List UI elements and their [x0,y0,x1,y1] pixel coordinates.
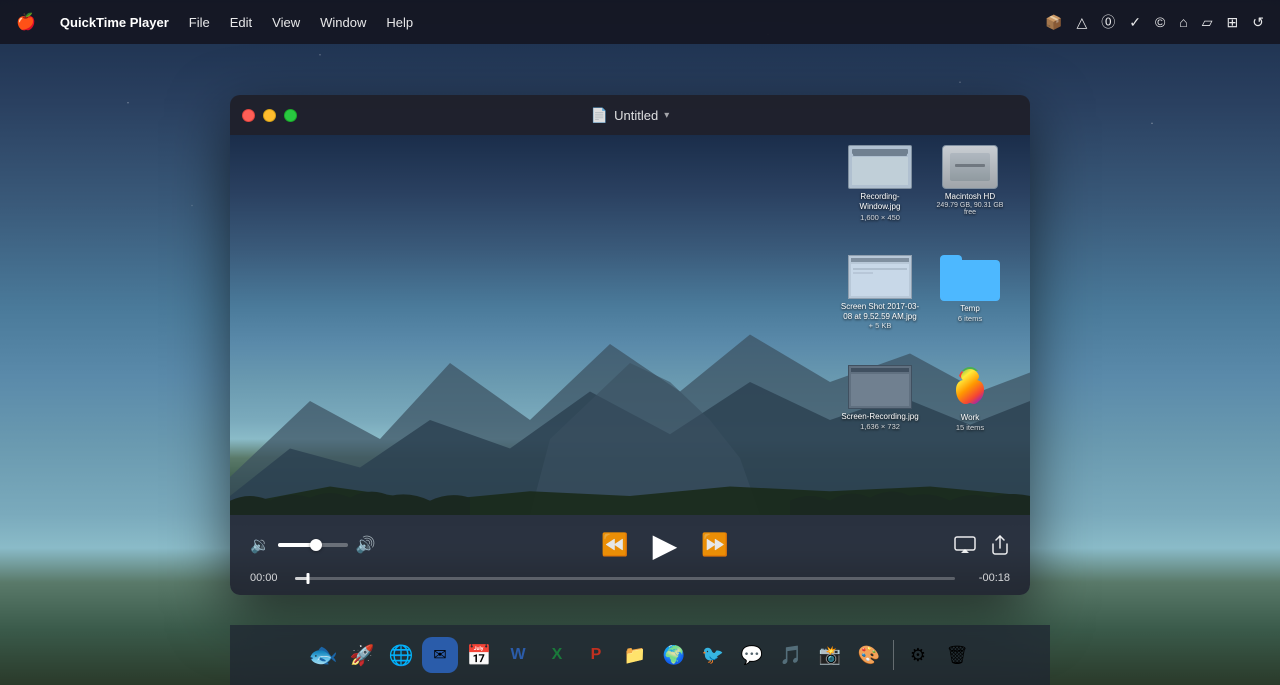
desktop-icon-macintosh-hd[interactable]: Macintosh HD 249.79 GB, 90.31 GB free [930,145,1010,216]
dock-word[interactable]: W [500,637,536,673]
app-name-menu[interactable]: QuickTime Player [60,15,169,30]
menubar: 🍎 QuickTime Player File Edit View Window… [0,0,1280,44]
dock-safari[interactable]: 🌐 [383,637,419,673]
screenshot-label: Screen Shot 2017-03-08 at 9.52.59 AM.jpg [840,302,920,321]
window-title: Untitled [614,108,658,123]
dropbox-icon[interactable]: 📦 [1045,14,1062,31]
airplay-icon [954,536,976,554]
quicktime-window: 📄 Untitled ▾ [230,95,1030,595]
document-icon: 📄 [591,107,608,124]
temp-folder-label: Temp [930,304,1010,314]
recording-window-sublabel: 1,600 × 450 [840,213,920,222]
macintosh-hd-label: Macintosh HD [930,192,1010,202]
dock-excel[interactable]: X [539,637,575,673]
dock-finder2[interactable]: 📁 [617,637,653,673]
temp-folder-thumbnail [940,255,1000,301]
dock-spotify[interactable]: 🎵 [773,637,809,673]
menu-view[interactable]: View [272,15,300,30]
dock-twitter[interactable]: 🐦 [695,637,731,673]
volume-knob[interactable] [310,539,322,551]
dock-photos[interactable]: 📸 [812,637,848,673]
dock-divider [893,640,894,670]
work-folder-thumbnail [940,365,1000,411]
rewind-button[interactable]: ⏪ [601,532,628,558]
menu-window[interactable]: Window [320,15,366,30]
title-center: 📄 Untitled ▾ [591,107,670,124]
share-button[interactable] [990,534,1010,556]
dock-browser[interactable]: 🌍 [656,637,692,673]
maximize-button[interactable] [284,109,297,122]
dock-powerpoint[interactable]: P [578,637,614,673]
recording-window-thumbnail [848,145,912,189]
progress-thumb [307,573,310,584]
dock-system-prefs[interactable]: ⚙ [900,637,936,673]
dock-launchpad[interactable]: 🚀 [344,637,380,673]
screen-recording-thumbnail [848,365,912,409]
dock-trash[interactable]: 🗑 [939,637,975,673]
controls-top-row: 🔉 🔊 ⏪ ▶ ⏩ [250,526,1010,564]
desktop-icon-screen-recording[interactable]: Screen-Recording.jpg 1,636 × 732 [840,365,920,431]
screenshot-sublabel: + 5 KB [840,321,920,330]
home-icon[interactable]: ⌂ [1179,14,1187,30]
dock: 🐟 🚀 🌐 ✉ 📅 W X P 📁 🌍 🐦 💬 🎵 📸 🎨 ⚙ 🗑 [230,625,1050,685]
menubar-left: 🍎 QuickTime Player File Edit View Window… [16,12,413,32]
dock-sketch[interactable]: 🎨 [851,637,887,673]
desktop-icon-screenshot[interactable]: Screen Shot 2017-03-08 at 9.52.59 AM.jpg… [840,255,920,330]
time-remaining: -00:18 [965,572,1010,584]
screen-recording-sublabel: 1,636 × 732 [840,422,920,431]
menu-file[interactable]: File [189,15,210,30]
airplay-button[interactable] [954,536,976,554]
screenshot-thumbnail [848,255,912,299]
dock-calendar[interactable]: 📅 [461,637,497,673]
progress-track[interactable] [295,577,955,580]
work-folder-sublabel: 15 items [930,423,1010,432]
fast-forward-button[interactable]: ⏩ [701,532,728,558]
macintosh-hd-sublabel: 249.79 GB, 90.31 GB free [930,202,1010,216]
controls-bar: 🔉 🔊 ⏪ ▶ ⏩ [230,515,1030,595]
progress-bar-row: 00:00 -00:18 [250,572,1010,584]
dock-mail[interactable]: ✉ [422,637,458,673]
volume-slider[interactable] [278,543,348,547]
checkmark-icon[interactable]: ✓ [1129,14,1141,31]
menu-help[interactable]: Help [386,15,413,30]
screen-recording-label: Screen-Recording.jpg [840,412,920,422]
close-button[interactable] [242,109,255,122]
video-area[interactable]: Recording-Window.jpg 1,600 × 450 Macinto… [230,135,1030,515]
menu-edit[interactable]: Edit [230,15,252,30]
time-current: 00:00 [250,572,285,584]
desktop-icon-recording-window[interactable]: Recording-Window.jpg 1,600 × 450 [840,145,920,222]
time-machine-icon[interactable]: ↺ [1252,14,1264,31]
1password-icon[interactable]: ⓪ [1101,12,1115,32]
apple-menu-icon[interactable]: 🍎 [16,12,36,32]
minimize-button[interactable] [263,109,276,122]
grid-icon[interactable]: ⊞ [1227,14,1239,31]
work-folder-label: Work [930,413,1010,423]
volume-low-icon[interactable]: 🔉 [250,535,270,555]
recording-window-label: Recording-Window.jpg [840,192,920,213]
menubar-right: 📦 △ ⓪ ✓ © ⌂ ▱ ⊞ ↺ [1045,12,1264,32]
volume-high-icon: 🔊 [356,535,376,555]
title-chevron-icon[interactable]: ▾ [664,110,669,121]
dock-messages[interactable]: 💬 [734,637,770,673]
dock-finder[interactable]: 🐟 [305,637,341,673]
desktop-icons-area: Recording-Window.jpg 1,600 × 450 Macinto… [830,135,1030,515]
desktop-icon-work[interactable]: Work 15 items [930,365,1010,432]
share-icon [990,534,1010,556]
google-drive-icon[interactable]: △ [1076,14,1087,31]
macintosh-hd-thumbnail [942,145,998,189]
playback-controls: ⏪ ▶ ⏩ [601,526,728,564]
right-controls [954,534,1010,556]
titlebar: 📄 Untitled ▾ [230,95,1030,135]
airplay-menu-icon[interactable]: ▱ [1202,14,1213,31]
desktop-icon-temp[interactable]: Temp 6 items [930,255,1010,323]
temp-folder-sublabel: 6 items [930,314,1010,323]
clipboard-icon[interactable]: © [1155,14,1165,30]
volume-controls: 🔉 🔊 [250,535,376,555]
traffic-lights [242,109,297,122]
play-button[interactable]: ▶ [653,526,678,564]
